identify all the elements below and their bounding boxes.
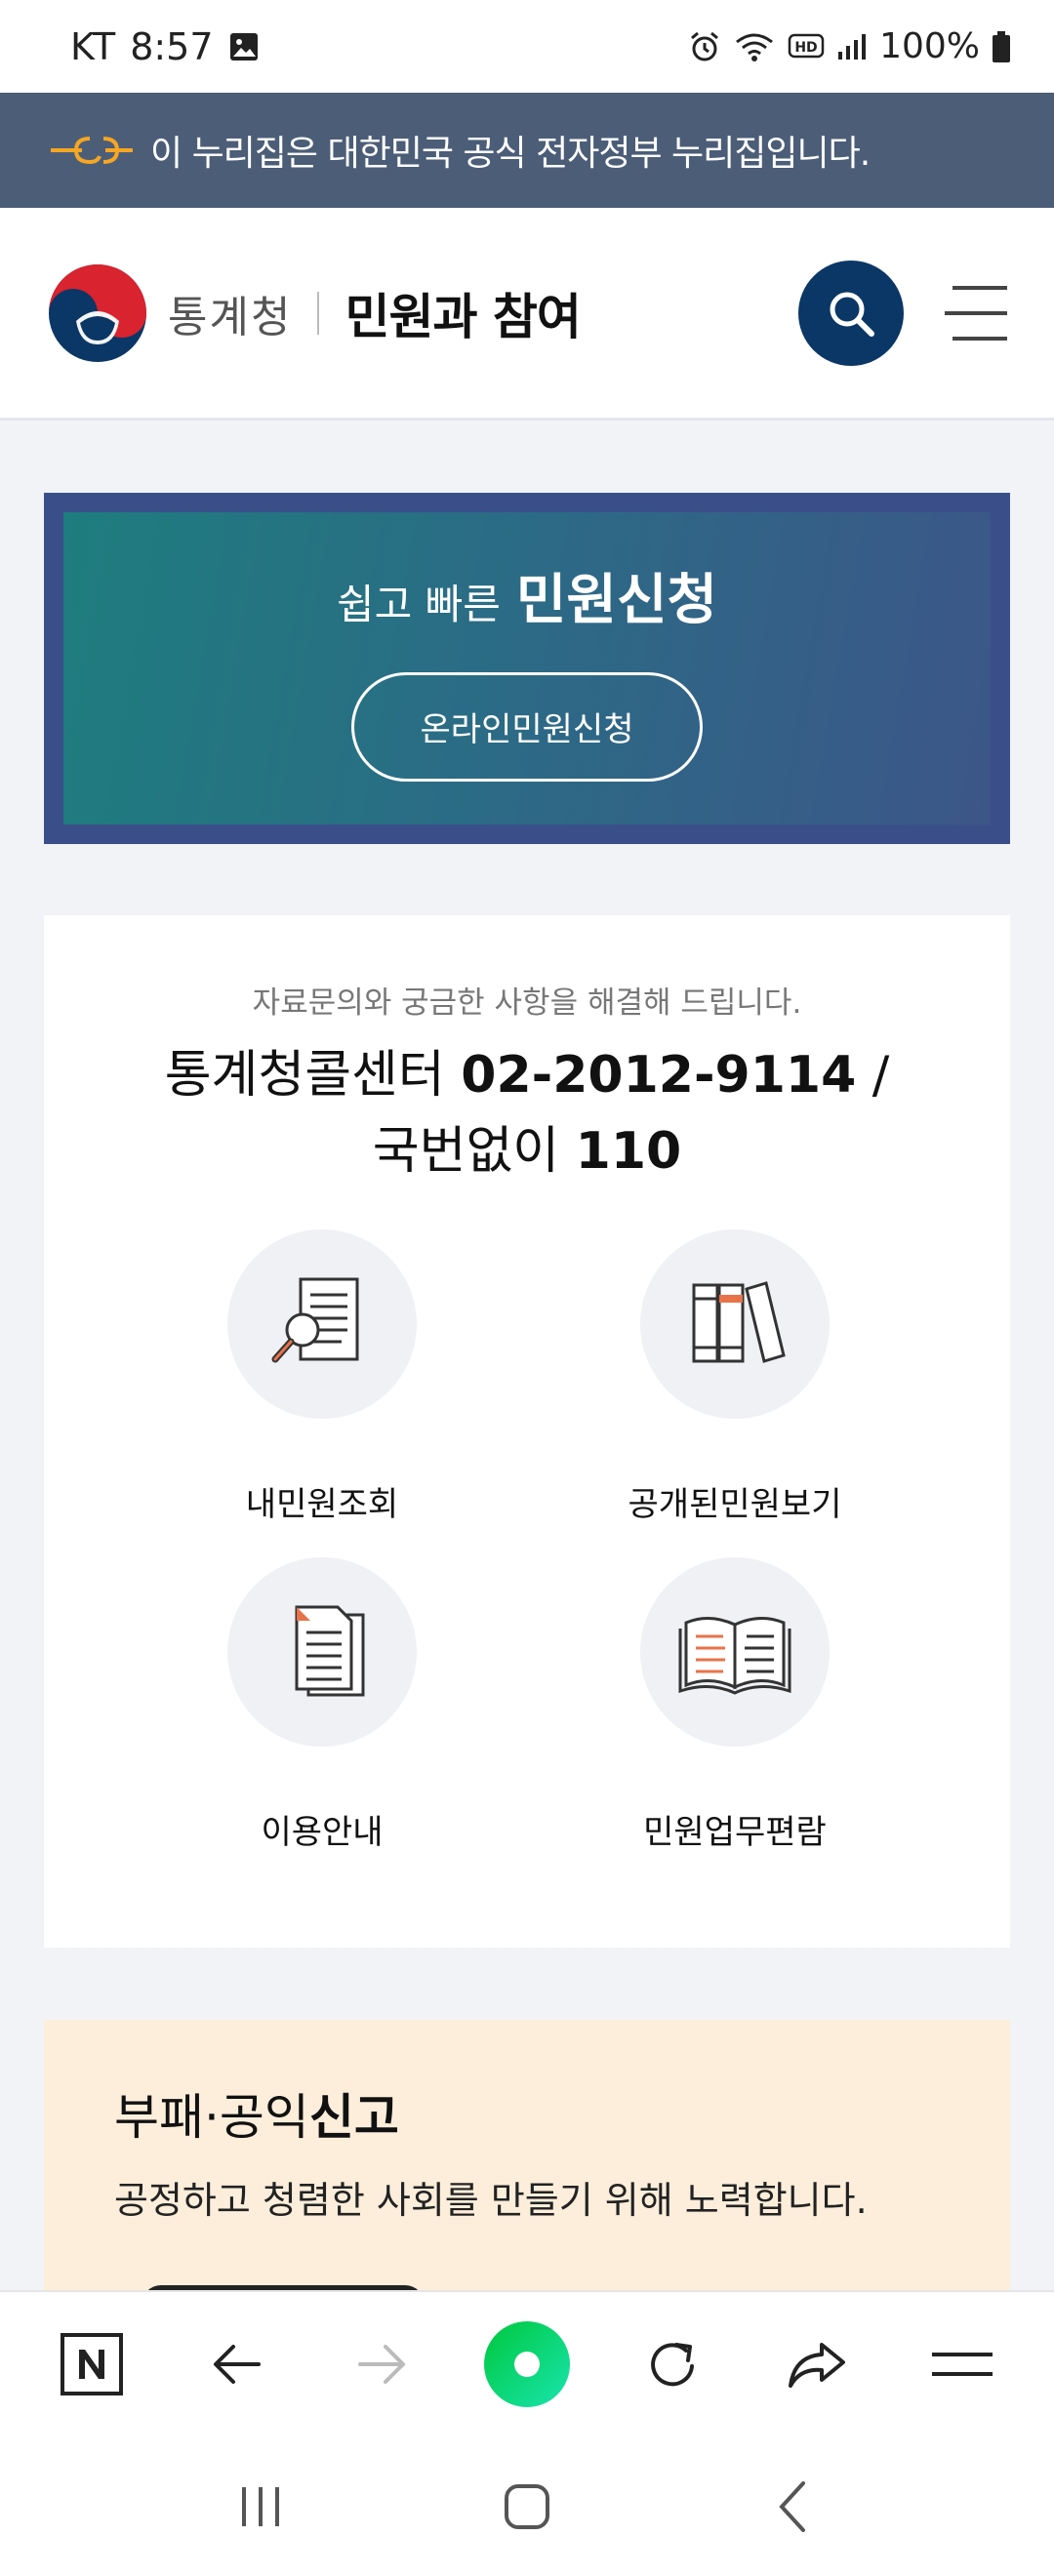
battery-icon [993, 30, 1010, 62]
arrow-left-icon [213, 2345, 261, 2384]
gov-official-banner[interactable]: 이 누리집은 대한민국 공식 전자정부 누리집입니다. [0, 93, 1054, 208]
svg-text:HD: HD [794, 40, 817, 56]
national-label: 국번없이 [372, 1122, 560, 1181]
system-back-button[interactable] [745, 2458, 842, 2556]
arrow-right-icon [358, 2345, 406, 2384]
help-card: 자료문의와 궁금한 사항을 해결해 드립니다. 통계청콜센터 02-2012-9… [44, 915, 1010, 1948]
books-icon [692, 1281, 786, 1363]
naver-green-dot-button[interactable] [478, 2315, 576, 2413]
civil-application-banner: 쉽고 빠른 민원신청 온라인민원신청 [44, 493, 1010, 844]
search-button[interactable] [798, 260, 904, 366]
quick-item-label: 민원업무편람 [643, 1813, 827, 1852]
forward-button[interactable] [333, 2315, 430, 2413]
icon-circle [227, 1229, 417, 1419]
green-dot-icon [483, 2321, 570, 2407]
report-description: 공정하고 청렴한 사회를 만들기 위해 노력합니다. [114, 2179, 868, 2222]
reload-button[interactable] [624, 2315, 721, 2413]
battery-percent: 100% [879, 26, 980, 66]
browser-menu-button[interactable] [913, 2315, 1011, 2413]
quick-item-label: 내민원조회 [245, 1485, 399, 1524]
chevron-left-icon [779, 2480, 806, 2532]
icon-circle [227, 1557, 417, 1747]
site-header: 통계청 민원과 참여 [0, 208, 1054, 421]
gov-banner-text: 이 누리집은 대한민국 공식 전자정부 누리집입니다. [150, 134, 871, 174]
report-title-strong: 신고 [308, 2089, 399, 2146]
hero-title-prefix: 쉽고 빠른 [336, 580, 501, 628]
share-arrow-icon [789, 2343, 846, 2388]
quick-item-label: 이용안내 [261, 1813, 384, 1852]
home-square-icon [504, 2483, 549, 2529]
call-center-info: 통계청콜센터 02-2012-9114 / 국번없이 110 [44, 1037, 1010, 1189]
quick-item-my-complaints[interactable]: 내민원조회 [117, 1229, 527, 1525]
search-document-icon [271, 1277, 359, 1363]
icon-circle [640, 1557, 830, 1747]
status-icons: HD 100% [688, 26, 1011, 66]
quick-item-handbook[interactable]: 민원업무편람 [530, 1557, 940, 1853]
alarm-icon [691, 31, 719, 60]
hamburger-menu-button[interactable] [945, 285, 1007, 341]
call-center-number[interactable]: 02-2012-9114 [461, 1046, 856, 1105]
header-divider [317, 291, 320, 335]
home-button[interactable] [478, 2458, 576, 2556]
quick-item-usage-guide[interactable]: 이용안내 [117, 1557, 527, 1853]
hero-inner: 쉽고 빠른 민원신청 온라인민원신청 [63, 512, 991, 825]
national-number[interactable]: 110 [576, 1122, 682, 1181]
quick-item-label: 공개된민원보기 [628, 1485, 842, 1524]
browser-toolbar [0, 2290, 1054, 2436]
korea-gov-emblem-icon[interactable] [47, 262, 148, 364]
carrier-label: KT [70, 24, 117, 68]
hero-title: 쉽고 빠른 민원신청 [337, 556, 717, 635]
hero-title-strong: 민원신청 [515, 568, 717, 632]
egov-logo-icon [51, 137, 133, 165]
gallery-notification-icon [229, 32, 258, 60]
online-application-button[interactable]: 온라인민원신청 [351, 671, 703, 782]
clock: 8:57 [130, 24, 214, 68]
naver-home-button[interactable] [43, 2315, 141, 2413]
recent-apps-icon [241, 2486, 279, 2526]
phone-separator: / [856, 1046, 890, 1105]
naver-n-icon [61, 2333, 124, 2395]
quick-item-public-complaints[interactable]: 공개된민원보기 [530, 1229, 940, 1525]
help-subtitle: 자료문의와 궁금한 사항을 해결해 드립니다. [252, 986, 802, 1021]
corruption-report-section: 부패·공익신고 공정하고 청렴한 사회를 만들기 위해 노력합니다. [44, 2020, 1010, 2324]
org-name[interactable]: 통계청 [168, 282, 292, 344]
share-button[interactable] [768, 2315, 866, 2413]
hd-voice-icon: HD [788, 33, 825, 58]
report-title-prefix: 부패·공익 [114, 2089, 309, 2146]
menu-lines-icon [931, 2353, 993, 2376]
section-title[interactable]: 민원과 참여 [345, 278, 581, 348]
report-title: 부패·공익신고 [114, 2078, 1010, 2149]
status-bar: KT 8:57 HD 100% [0, 0, 1054, 93]
system-nav-bar [0, 2436, 1054, 2576]
wifi-icon [736, 33, 773, 61]
back-button[interactable] [188, 2315, 286, 2413]
signal-icon [838, 33, 867, 60]
icon-circle [640, 1229, 830, 1419]
refresh-icon [650, 2343, 694, 2387]
search-icon [830, 292, 874, 337]
call-center-label: 통계청콜센터 [164, 1046, 445, 1105]
open-book-icon [678, 1617, 791, 1695]
recent-apps-button[interactable] [212, 2458, 309, 2556]
document-icon [295, 1605, 365, 1697]
